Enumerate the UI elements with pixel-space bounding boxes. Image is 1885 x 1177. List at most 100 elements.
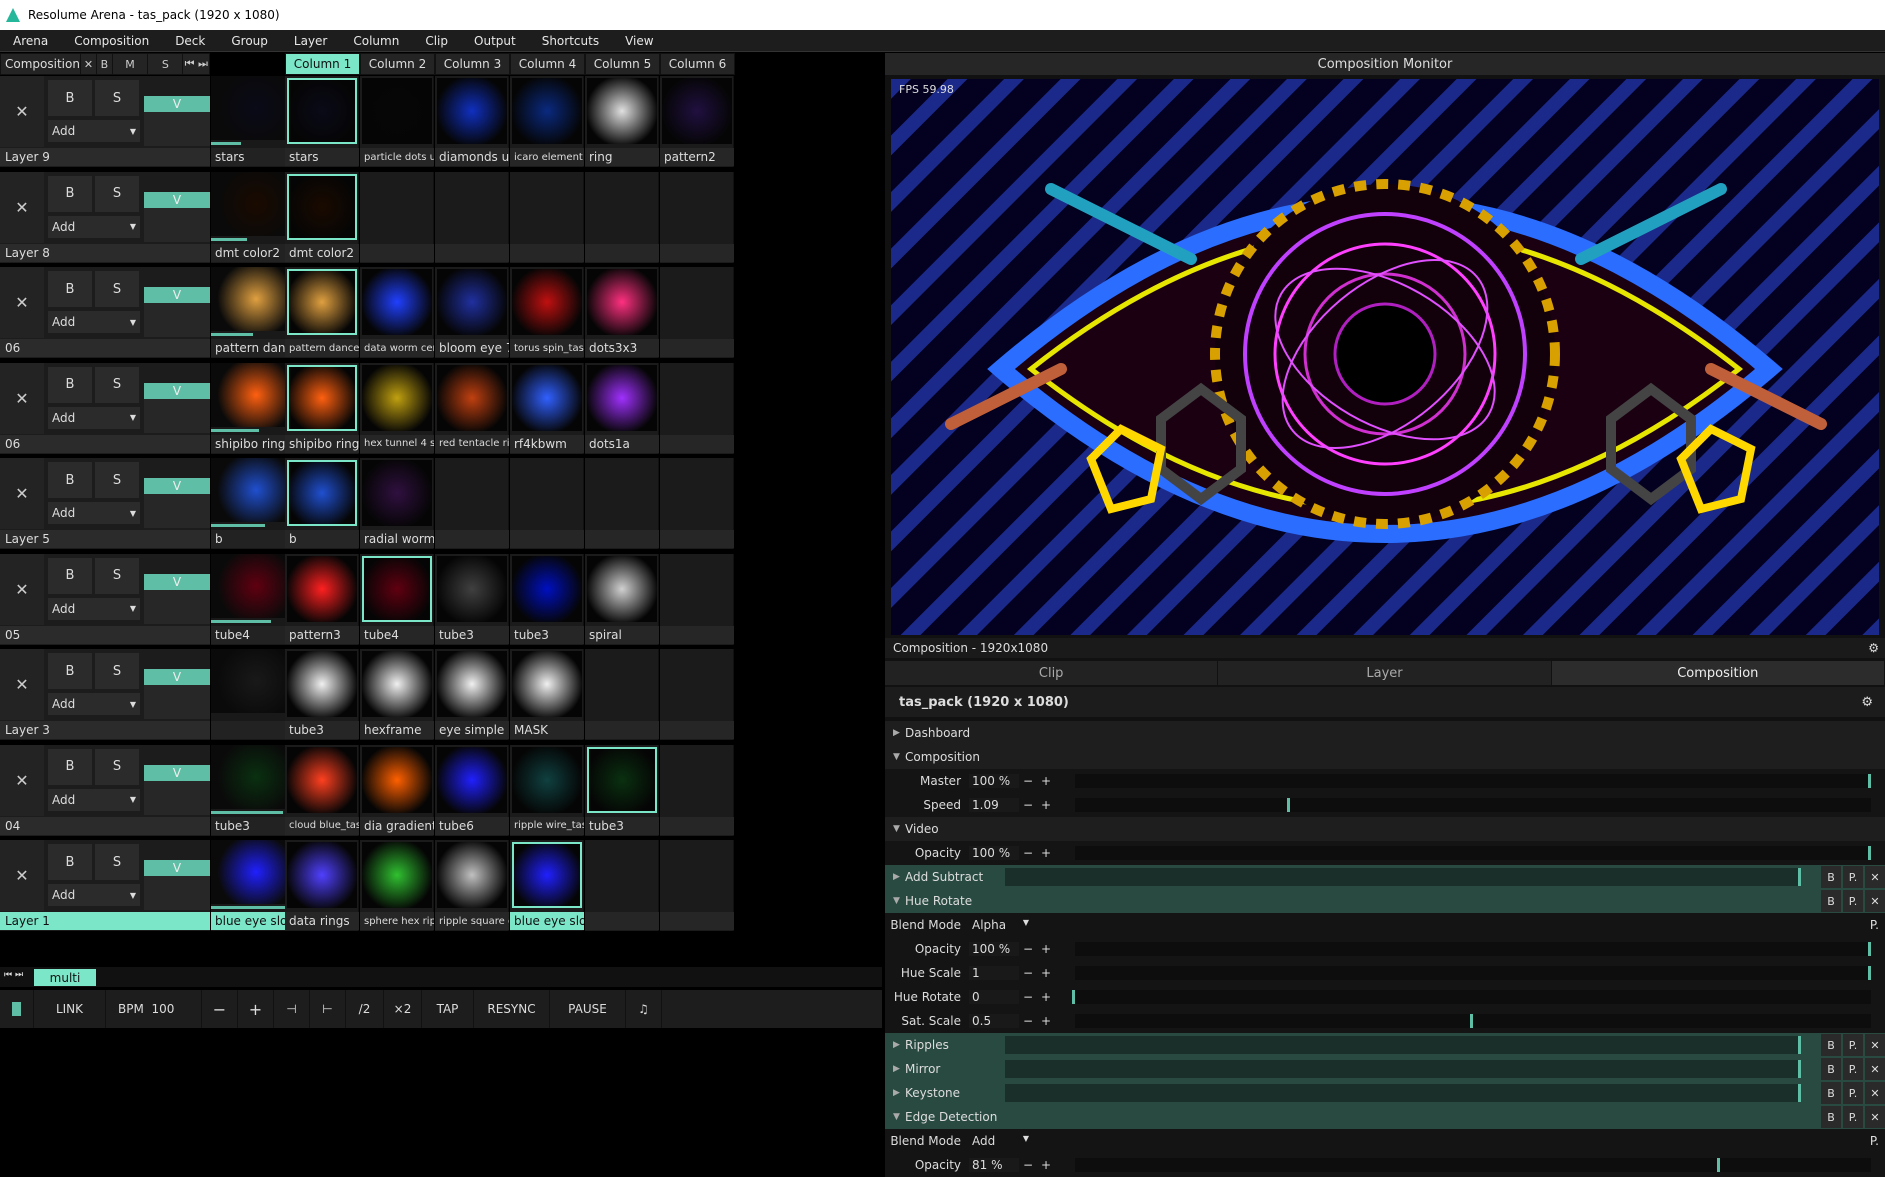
composition-clear-button[interactable]: ✕ bbox=[79, 54, 96, 74]
layer-opacity-fader[interactable] bbox=[144, 589, 210, 624]
clip-cell[interactable] bbox=[660, 840, 734, 931]
clip-cell[interactable]: diamonds up bbox=[435, 76, 509, 167]
effect-add-subtract-slider-handle[interactable] bbox=[1798, 868, 1801, 886]
clip-cell[interactable]: ripple wire_tasvis... bbox=[510, 744, 584, 836]
layer-blend-select[interactable]: Add ▼ bbox=[48, 597, 140, 620]
clip-cell[interactable]: eye simple bbox=[435, 649, 509, 740]
layer-video-toggle[interactable]: V bbox=[144, 96, 210, 112]
layer-video-toggle[interactable]: V bbox=[144, 478, 210, 494]
layer-opacity-fader[interactable] bbox=[144, 112, 210, 146]
clip-cell[interactable] bbox=[360, 171, 434, 263]
effect-edge-detection-preset-button[interactable]: P. bbox=[1843, 1106, 1863, 1128]
effect-edge-detection-bypass-button[interactable]: B bbox=[1821, 1106, 1841, 1128]
layer-name[interactable]: Layer 3 bbox=[0, 721, 210, 739]
master-param-value[interactable]: 100 % bbox=[969, 774, 1019, 788]
column-header-4[interactable]: Column 4 bbox=[510, 53, 585, 75]
menu-deck[interactable]: Deck bbox=[162, 34, 218, 48]
layer-solo-button[interactable]: S bbox=[95, 653, 139, 689]
layer-clear-button[interactable]: ✕ bbox=[0, 267, 44, 338]
speed-param-slider[interactable] bbox=[1075, 798, 1871, 812]
layer-video-toggle[interactable]: V bbox=[144, 669, 210, 685]
hue-scale-param-slider[interactable] bbox=[1075, 966, 1871, 980]
effect-keystone-slider-handle[interactable] bbox=[1798, 1084, 1801, 1102]
effect-ripples-opacity-slider[interactable] bbox=[1005, 1036, 1801, 1054]
clip-cell[interactable]: spiral bbox=[585, 553, 659, 645]
menu-view[interactable]: View bbox=[612, 34, 666, 48]
effect-edge-detection-remove-button[interactable]: ✕ bbox=[1865, 1106, 1885, 1128]
hue-rotate-blend-preset-button[interactable]: P. bbox=[1870, 918, 1879, 932]
effect-add-subtract-remove-button[interactable]: ✕ bbox=[1865, 866, 1885, 888]
bpm-decrease-button[interactable]: − bbox=[202, 990, 238, 1028]
layer-name[interactable]: Layer 9 bbox=[0, 148, 210, 166]
layer-video-toggle[interactable]: V bbox=[144, 287, 210, 303]
clip-cell[interactable]: radial worms2 bbox=[360, 458, 434, 549]
layer-opacity-fader[interactable] bbox=[144, 494, 210, 528]
layer-blend-select[interactable]: Add ▼ bbox=[48, 884, 140, 906]
effect-mirror[interactable]: ▶ Mirror B P. ✕ bbox=[885, 1057, 1885, 1081]
video-opacity-param-plus-button[interactable]: + bbox=[1037, 846, 1055, 860]
blend-mode-select[interactable]: Alpha ▼ bbox=[969, 918, 1029, 932]
clip-cell[interactable]: tube3 bbox=[435, 553, 509, 645]
blend-mode-select[interactable]: Add ▼ bbox=[969, 1134, 1029, 1148]
sat-scale-param-slider-handle[interactable] bbox=[1470, 1014, 1473, 1028]
clip-cell[interactable]: dots1a bbox=[585, 362, 659, 454]
column-header-5[interactable]: Column 5 bbox=[585, 53, 660, 75]
layer-name[interactable]: 06 bbox=[0, 339, 210, 357]
clip-cell[interactable]: tube4 bbox=[360, 553, 434, 645]
deck-tab-multi[interactable]: multi bbox=[34, 969, 96, 986]
column-header-3[interactable]: Column 3 bbox=[435, 53, 510, 75]
clip-cell[interactable] bbox=[510, 171, 584, 263]
speed-param-plus-button[interactable]: + bbox=[1037, 798, 1055, 812]
layer-solo-button[interactable]: S bbox=[95, 271, 139, 307]
video-section[interactable]: ▼ Video bbox=[885, 817, 1885, 841]
hue-rotate-opacity-param-slider[interactable] bbox=[1075, 942, 1871, 956]
layer-bypass-button[interactable]: B bbox=[48, 80, 92, 116]
layer-name[interactable]: Layer 1 bbox=[0, 912, 210, 930]
effect-ripples-preset-button[interactable]: P. bbox=[1843, 1034, 1863, 1056]
hue-scale-param-value[interactable]: 1 bbox=[969, 966, 1019, 980]
hue-rotate-param-slider[interactable] bbox=[1072, 990, 1871, 1004]
clip-cell[interactable]: red tentacle ring ... bbox=[435, 362, 509, 454]
layer-blend-select[interactable]: Add ▼ bbox=[48, 788, 140, 811]
clip-cell[interactable]: icaro element inn... bbox=[510, 76, 584, 167]
clip-cell[interactable]: dia gradient1 bbox=[360, 744, 434, 836]
column-header-1[interactable]: Column 1 bbox=[285, 53, 360, 75]
sat-scale-param-slider[interactable] bbox=[1075, 1014, 1871, 1028]
layer-blend-select[interactable]: Add ▼ bbox=[48, 311, 140, 333]
layer-name[interactable]: 05 bbox=[0, 625, 210, 644]
layer-video-toggle[interactable]: V bbox=[144, 573, 210, 590]
clip-cell[interactable]: torus spin_tasvisuals bbox=[510, 267, 584, 358]
layer-clear-button[interactable]: ✕ bbox=[0, 649, 44, 720]
hue-rotate-opacity-param-minus-button[interactable]: − bbox=[1019, 942, 1037, 956]
clip-cell[interactable] bbox=[660, 553, 734, 645]
layer-opacity-fader[interactable] bbox=[144, 207, 210, 242]
composition-bypass-button[interactable]: B bbox=[95, 54, 112, 74]
clip-cell[interactable]: sphere hex ripple ... bbox=[360, 840, 434, 931]
clip-cell[interactable]: blue eye slow3 bbox=[510, 840, 584, 931]
clip-cell[interactable] bbox=[660, 267, 734, 358]
dashboard-section[interactable]: ▶ Dashboard bbox=[885, 721, 1885, 745]
bpm-half-button[interactable]: /2 bbox=[346, 990, 384, 1028]
layer-name[interactable]: 04 bbox=[0, 816, 210, 835]
menu-group[interactable]: Group bbox=[218, 34, 281, 48]
speed-param-slider-handle[interactable] bbox=[1286, 798, 1290, 812]
bpm-value[interactable]: 100 bbox=[151, 1002, 174, 1016]
clip-cell[interactable]: ring bbox=[585, 76, 659, 167]
resync-button[interactable]: RESYNC bbox=[474, 990, 550, 1028]
layer-video-toggle[interactable]: V bbox=[144, 860, 210, 876]
clip-cell[interactable]: pattern2 bbox=[660, 76, 734, 167]
tab-layer[interactable]: Layer bbox=[1218, 661, 1552, 685]
column-header-2[interactable]: Column 2 bbox=[360, 53, 435, 75]
clip-cell[interactable] bbox=[660, 171, 734, 263]
effect-ripples-bypass-button[interactable]: B bbox=[1821, 1034, 1841, 1056]
effect-mirror-bypass-button[interactable]: B bbox=[1821, 1058, 1841, 1080]
effect-mirror-opacity-slider[interactable] bbox=[1005, 1060, 1801, 1078]
effect-ripples-slider-handle[interactable] bbox=[1798, 1036, 1801, 1054]
sat-scale-param-value[interactable]: 0.5 bbox=[969, 1014, 1019, 1028]
layer-clear-button[interactable]: ✕ bbox=[0, 553, 44, 625]
nudge-back-button[interactable]: ⊣ bbox=[274, 990, 310, 1028]
effect-add-subtract-preset-button[interactable]: P. bbox=[1843, 866, 1863, 888]
sat-scale-param-minus-button[interactable]: − bbox=[1019, 1014, 1037, 1028]
clip-cell[interactable]: pattern3 bbox=[285, 553, 359, 645]
hue-rotate-param-plus-button[interactable]: + bbox=[1037, 990, 1055, 1004]
